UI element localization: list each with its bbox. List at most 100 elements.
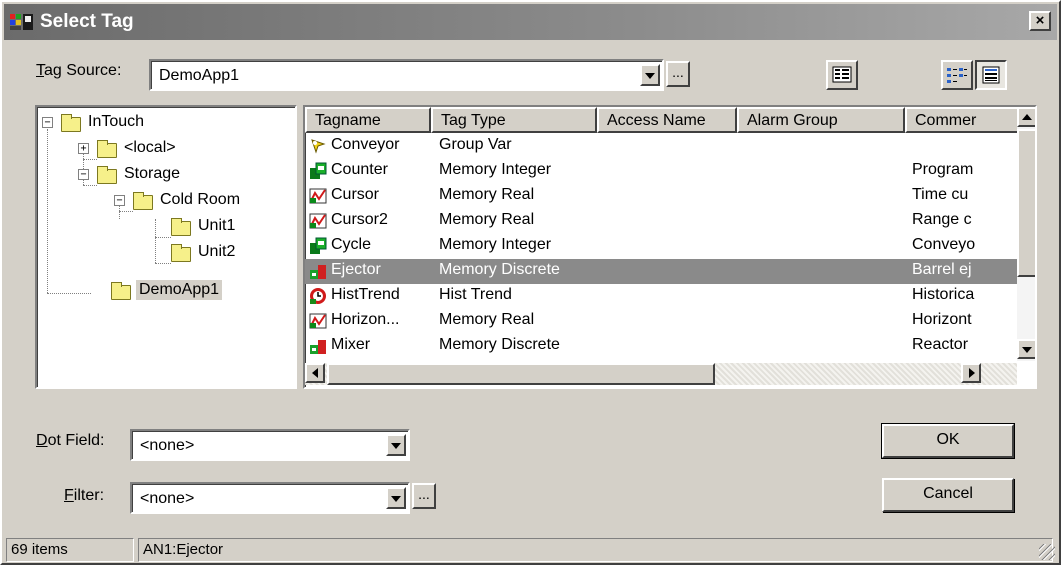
- resize-grip[interactable]: [1039, 544, 1055, 560]
- tagname-cell: Cycle: [331, 236, 372, 253]
- tagname-cell: Counter: [331, 161, 388, 178]
- tagname-cell: Cursor2: [331, 211, 388, 228]
- folder-icon: [133, 192, 153, 210]
- ok-button[interactable]: OK: [881, 423, 1015, 459]
- memory-discrete-icon: [309, 337, 327, 355]
- memory-real-icon: [309, 187, 327, 205]
- filter-combo[interactable]: <none>: [130, 482, 410, 514]
- tag-type-cell: Group Var: [439, 136, 512, 153]
- tagname-cell: Ejector: [331, 261, 381, 278]
- cold-room-toggle[interactable]: −: [114, 195, 125, 206]
- comment-cell: Program: [912, 161, 974, 178]
- storage-toggle[interactable]: −: [78, 169, 89, 180]
- folder-icon: [171, 218, 191, 236]
- tree-item-demoapp1[interactable]: DemoApp1: [136, 280, 223, 300]
- tagname-cell: Horizon...: [331, 311, 400, 328]
- scroll-up-button[interactable]: [1017, 107, 1035, 127]
- column-header-comment[interactable]: Commer: [905, 107, 1021, 133]
- comment-cell: Conveyo: [912, 236, 976, 253]
- comment-cell: Range c: [912, 211, 972, 228]
- comment-cell: Reactor: [912, 336, 969, 353]
- column-header-tag-type[interactable]: Tag Type: [431, 107, 597, 133]
- filter-dropdown-button[interactable]: [386, 487, 406, 509]
- folder-icon: [97, 166, 117, 184]
- properties-icon: [832, 66, 852, 83]
- vertical-scroll-thumb[interactable]: [1017, 129, 1035, 277]
- horizontal-scrollbar[interactable]: [305, 363, 1017, 385]
- details-view-button[interactable]: [941, 60, 973, 90]
- tag-source-dropdown-button[interactable]: [640, 64, 660, 86]
- tree-item-storage[interactable]: Storage: [121, 164, 183, 184]
- dot-field-label: Dot Field:: [36, 432, 105, 449]
- local-toggle[interactable]: +: [78, 143, 89, 154]
- tag-source-value: DemoApp1: [159, 67, 240, 84]
- intouch-toggle[interactable]: −: [42, 117, 53, 128]
- table-row[interactable]: HistTrend Hist Trend Historica: [305, 284, 1020, 309]
- tag-type-cell: Memory Discrete: [439, 261, 560, 278]
- table-row[interactable]: Ejector Memory Discrete Barrel ej: [305, 259, 1020, 284]
- folder-icon: [111, 282, 131, 300]
- column-header-access-name[interactable]: Access Name: [597, 107, 737, 133]
- filter-browse-button[interactable]: ...: [412, 483, 436, 509]
- folder-icon: [97, 140, 117, 158]
- details-view-icon: [947, 68, 967, 83]
- properties-button[interactable]: [826, 60, 858, 90]
- app-icon: [10, 12, 34, 32]
- column-header-alarm-group[interactable]: Alarm Group: [737, 107, 905, 133]
- table-row[interactable]: Cursor2 Memory Real Range c: [305, 209, 1020, 234]
- memory-real-icon: [309, 312, 327, 330]
- table-row[interactable]: Cycle Memory Integer Conveyo: [305, 234, 1020, 259]
- comment-cell: Time cu: [912, 186, 969, 203]
- list-view-button[interactable]: [975, 60, 1007, 90]
- tree-item-local[interactable]: <local>: [121, 138, 179, 158]
- comment-cell: Barrel ej: [912, 261, 972, 278]
- tag-type-cell: Memory Integer: [439, 236, 552, 253]
- dot-field-value: <none>: [140, 437, 195, 454]
- tag-source-label: Tag Source:: [36, 62, 122, 79]
- tree-item-unit2[interactable]: Unit2: [195, 242, 238, 262]
- scroll-left-button[interactable]: [305, 363, 325, 383]
- dot-field-combo[interactable]: <none>: [130, 429, 410, 461]
- close-button[interactable]: ×: [1029, 11, 1051, 31]
- scroll-right-button[interactable]: [961, 363, 981, 383]
- tag-type-cell: Hist Trend: [439, 286, 512, 303]
- hist-trend-icon: [309, 287, 327, 305]
- table-row[interactable]: Conveyor Group Var: [305, 134, 1020, 159]
- filter-label: Filter:: [64, 487, 105, 504]
- tag-type-cell: Memory Integer: [439, 161, 552, 178]
- folder-icon: [61, 114, 81, 132]
- tag-type-cell: Memory Real: [439, 311, 535, 328]
- list-view-icon: [982, 66, 1000, 84]
- group-var-icon: [309, 137, 327, 155]
- tagname-cell: HistTrend: [331, 286, 400, 303]
- memory-integer-icon: [309, 162, 327, 180]
- tag-source-browse-button[interactable]: ...: [666, 61, 690, 87]
- tree-item-unit1[interactable]: Unit1: [195, 216, 238, 236]
- table-row[interactable]: Horizon... Memory Real Horizont: [305, 309, 1020, 334]
- close-icon: ×: [1035, 12, 1045, 29]
- folder-icon: [171, 244, 191, 262]
- status-item-count: 69 items: [6, 538, 134, 562]
- status-bar: 69 items AN1:Ejector: [6, 538, 1057, 562]
- horizontal-scroll-thumb[interactable]: [327, 363, 715, 385]
- tag-type-cell: Memory Real: [439, 211, 535, 228]
- tag-source-combo[interactable]: DemoApp1: [149, 59, 664, 91]
- tree-item-cold-room[interactable]: Cold Room: [157, 190, 243, 210]
- dot-field-dropdown-button[interactable]: [386, 434, 406, 456]
- tag-type-cell: Memory Discrete: [439, 336, 560, 353]
- tag-source-tree[interactable]: − InTouch + <local> − Storage − Cold Roo…: [35, 105, 297, 389]
- scroll-down-button[interactable]: [1017, 339, 1035, 359]
- tagname-cell: Mixer: [331, 336, 371, 353]
- tag-list[interactable]: Tagname Tag Type Access Name Alarm Group…: [303, 105, 1037, 389]
- cancel-button[interactable]: Cancel: [882, 478, 1014, 512]
- table-row[interactable]: Mixer Memory Discrete Reactor: [305, 334, 1020, 359]
- filter-value: <none>: [140, 490, 195, 507]
- comment-cell: Horizont: [912, 311, 972, 328]
- column-header-tagname[interactable]: Tagname: [305, 107, 431, 133]
- tree-item-intouch[interactable]: InTouch: [85, 112, 147, 132]
- title-bar[interactable]: Select Tag ×: [4, 4, 1057, 40]
- tagname-cell: Conveyor: [331, 136, 400, 153]
- vertical-scrollbar[interactable]: [1017, 107, 1035, 361]
- table-row[interactable]: Cursor Memory Real Time cu: [305, 184, 1020, 209]
- table-row[interactable]: Counter Memory Integer Program: [305, 159, 1020, 184]
